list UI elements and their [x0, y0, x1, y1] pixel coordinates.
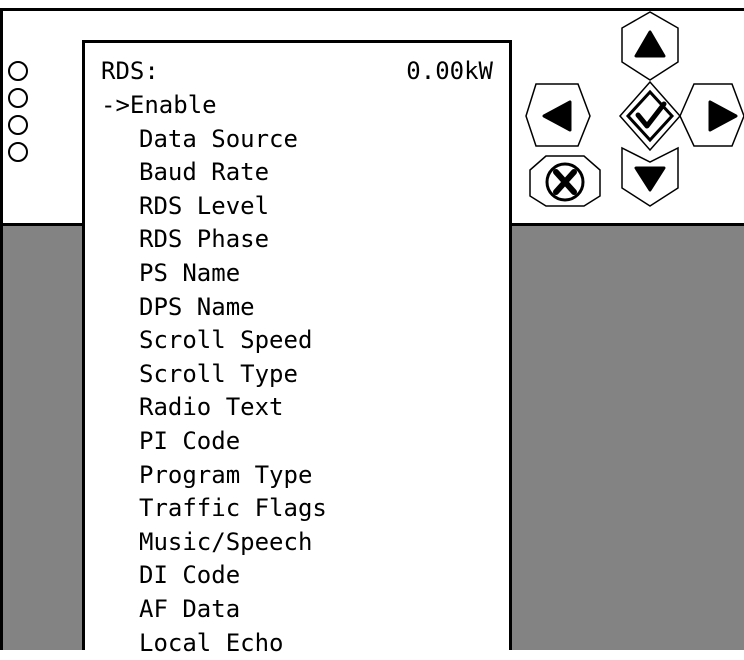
status-led — [8, 61, 28, 81]
menu-item[interactable]: PI Code — [101, 425, 327, 459]
menu-item[interactable]: Local Echo — [101, 627, 327, 660]
menu-item-label: Program Type — [139, 461, 312, 489]
left-button[interactable] — [526, 84, 590, 146]
screen-header: RDS: 0.00kW — [101, 57, 493, 87]
menu-item-label: RDS Level — [139, 192, 269, 220]
menu-item[interactable]: RDS Level — [101, 190, 327, 224]
menu-item-label: Scroll Speed — [139, 326, 312, 354]
menu-item-label: DI Code — [139, 561, 240, 589]
menu-item-label: PS Name — [139, 259, 240, 287]
menu-item[interactable]: RDS Phase — [101, 223, 327, 257]
lcd-screen: RDS: 0.00kW ->EnableData SourceBaud Rate… — [82, 40, 512, 650]
menu-item[interactable]: AF Data — [101, 593, 327, 627]
menu-item[interactable]: PS Name — [101, 257, 327, 291]
menu-item[interactable]: Program Type — [101, 459, 327, 493]
menu-item-label: AF Data — [139, 595, 240, 623]
menu-item-label: Data Source — [139, 125, 298, 153]
cancel-button[interactable] — [530, 156, 600, 206]
menu-item[interactable]: Scroll Type — [101, 358, 327, 392]
menu-item-label: Traffic Flags — [139, 494, 327, 522]
ok-button[interactable] — [620, 82, 680, 150]
menu-item-label: RDS Phase — [139, 225, 269, 253]
menu-item[interactable]: DI Code — [101, 559, 327, 593]
status-led — [8, 88, 28, 108]
power-readout: 0.00kW — [406, 57, 493, 85]
menu-item-label: PI Code — [139, 427, 240, 455]
menu-item-label: DPS Name — [139, 293, 255, 321]
menu-cursor: -> — [101, 91, 130, 119]
menu-item-label: Enable — [130, 91, 217, 119]
menu-item-label: Local Echo — [139, 629, 284, 657]
status-led — [8, 142, 28, 162]
menu-item-label: Scroll Type — [139, 360, 298, 388]
menu-item[interactable]: Music/Speech — [101, 526, 327, 560]
status-led — [8, 115, 28, 135]
menu-item[interactable]: Baud Rate — [101, 156, 327, 190]
up-button[interactable] — [622, 12, 678, 80]
menu-item[interactable]: Radio Text — [101, 391, 327, 425]
menu-item[interactable]: DPS Name — [101, 291, 327, 325]
rds-menu: ->EnableData SourceBaud RateRDS LevelRDS… — [101, 89, 327, 660]
menu-item[interactable]: ->Enable — [101, 89, 327, 123]
menu-item[interactable]: Scroll Speed — [101, 324, 327, 358]
menu-title: RDS: — [101, 57, 159, 85]
menu-item-label: Radio Text — [139, 393, 284, 421]
menu-item[interactable]: Traffic Flags — [101, 492, 327, 526]
navigation-keypad — [526, 10, 736, 220]
menu-item-label: Music/Speech — [139, 528, 312, 556]
status-leds — [8, 61, 30, 169]
right-button[interactable] — [680, 84, 744, 146]
menu-item[interactable]: Data Source — [101, 123, 327, 157]
menu-item-label: Baud Rate — [139, 158, 269, 186]
down-button[interactable] — [622, 148, 678, 206]
